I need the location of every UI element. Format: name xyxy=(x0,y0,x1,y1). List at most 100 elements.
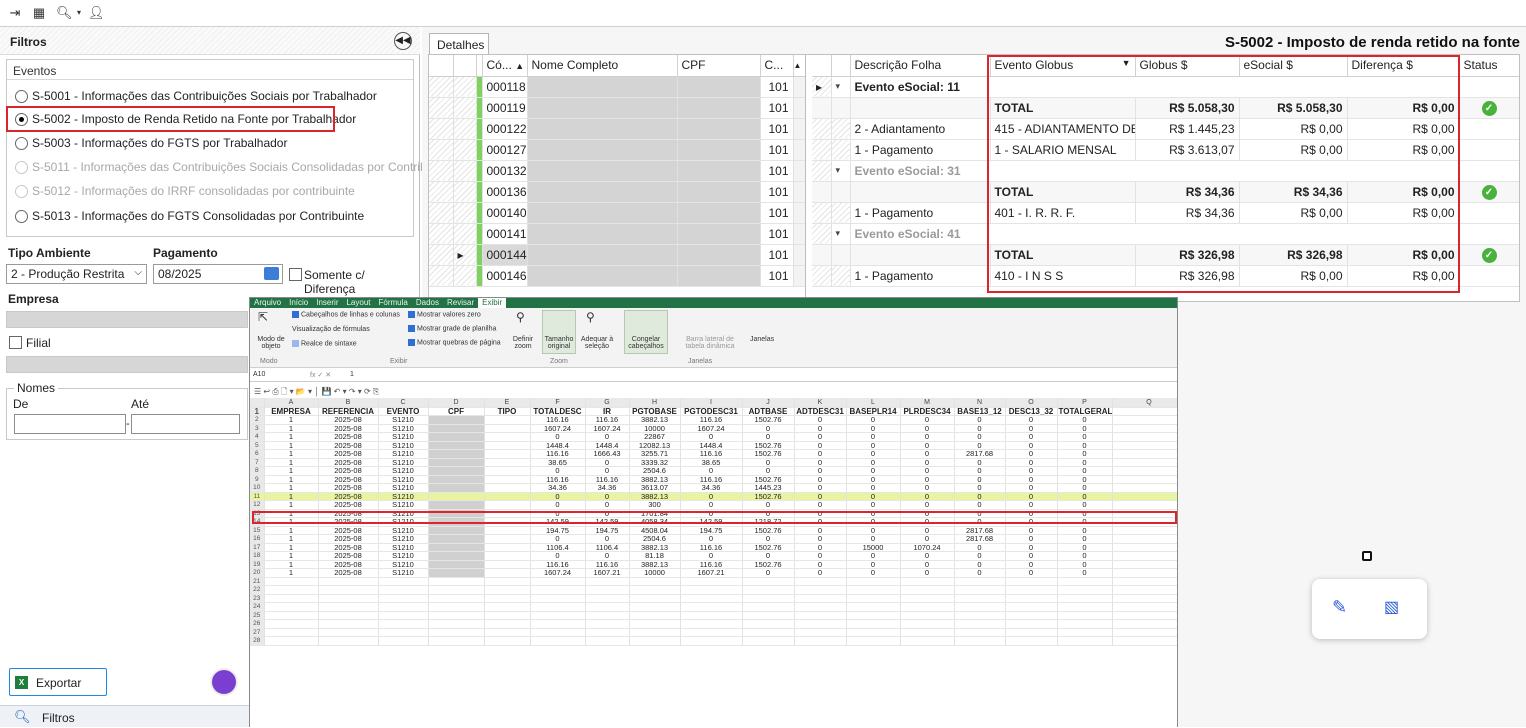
spreadsheet-cell[interactable] xyxy=(629,636,681,646)
col-codigo[interactable]: Có... ▲ xyxy=(482,55,528,77)
spreadsheet-cell[interactable] xyxy=(484,534,531,544)
spreadsheet-cell[interactable] xyxy=(428,560,485,569)
spreadsheet-cell[interactable]: 0 xyxy=(1057,534,1113,544)
spreadsheet-cell[interactable]: 0 xyxy=(846,568,901,578)
cell-reference[interactable]: A10 xyxy=(253,371,265,378)
spreadsheet-cell[interactable] xyxy=(428,492,485,501)
spreadsheet-cell[interactable]: 0 xyxy=(900,483,955,493)
spreadsheet-cell[interactable]: 1607.24 xyxy=(530,568,586,578)
spreadsheet-cell[interactable] xyxy=(530,611,586,620)
employee-row[interactable]: ▸ 000144 101 xyxy=(429,244,805,266)
row-number[interactable]: 25 xyxy=(250,611,265,620)
column-letter[interactable]: J xyxy=(742,398,795,408)
spreadsheet-cell[interactable] xyxy=(1057,628,1113,637)
spreadsheet-cell[interactable] xyxy=(484,432,531,442)
spreadsheet-cell[interactable] xyxy=(378,585,429,595)
spreadsheet-cell[interactable]: 0 xyxy=(1005,534,1058,544)
spreadsheet-cell[interactable]: 0 xyxy=(846,449,901,459)
spreadsheet-cell[interactable]: 0 xyxy=(1005,415,1058,425)
column-letter[interactable]: B xyxy=(318,398,379,408)
spreadsheet-cell[interactable]: 2025-08 xyxy=(318,526,379,535)
col-c[interactable]: C... xyxy=(760,55,794,77)
spreadsheet-cell[interactable] xyxy=(428,551,485,561)
spreadsheet-cell[interactable] xyxy=(428,577,485,586)
row-number[interactable]: 23 xyxy=(250,594,265,603)
spreadsheet-cell[interactable] xyxy=(428,526,485,535)
spreadsheet-cell[interactable] xyxy=(1057,594,1113,603)
spreadsheet-cell[interactable] xyxy=(484,441,531,450)
spreadsheet-cell[interactable] xyxy=(1057,585,1113,595)
spreadsheet-cell[interactable]: 2025-08 xyxy=(318,458,379,467)
employee-row[interactable]: 000132 101 xyxy=(429,160,805,182)
spreadsheet-cell[interactable] xyxy=(629,611,681,620)
row-selector[interactable] xyxy=(429,118,454,140)
spreadsheet-cell[interactable]: 116.16 xyxy=(585,475,630,484)
spreadsheet-cell[interactable]: 1502.76 xyxy=(742,560,795,569)
spreadsheet-cell[interactable]: 1 xyxy=(264,543,319,552)
spreadsheet-cell[interactable]: S1210 xyxy=(378,415,429,425)
spreadsheet-cell[interactable]: 0 xyxy=(585,551,630,561)
row-number[interactable]: 17 xyxy=(250,543,265,552)
spreadsheet-cell[interactable]: 10000 xyxy=(629,424,681,433)
spreadsheet-cell[interactable]: S1210 xyxy=(378,500,429,510)
spreadsheet-cell[interactable]: 0 xyxy=(846,415,901,425)
spreadsheet-cell[interactable] xyxy=(954,602,1006,612)
col-cpf[interactable]: CPF xyxy=(677,55,761,77)
spreadsheet-cell[interactable]: 0 xyxy=(680,534,743,544)
spreadsheet-cell[interactable] xyxy=(484,500,531,510)
spreadsheet-cell[interactable]: 0 xyxy=(794,492,847,501)
spreadsheet-cell[interactable]: 0 xyxy=(530,534,586,544)
tipo-ambiente-select[interactable]: 2 - Produção Restrita ⌵ xyxy=(6,264,147,284)
spreadsheet-cell[interactable] xyxy=(846,585,901,595)
spreadsheet-cell[interactable] xyxy=(846,611,901,620)
spreadsheet-cell[interactable] xyxy=(1112,526,1177,535)
spreadsheet-cell[interactable] xyxy=(378,611,429,620)
spreadsheet-cell[interactable]: 2025-08 xyxy=(318,560,379,569)
spreadsheet-cell[interactable] xyxy=(900,585,955,595)
spreadsheet-cell[interactable] xyxy=(428,458,485,467)
spreadsheet-cell[interactable] xyxy=(484,475,531,484)
spreadsheet-cell[interactable]: 116.16 xyxy=(585,560,630,569)
tab-detalhes[interactable]: Detalhes xyxy=(429,33,489,55)
spreadsheet-cell[interactable] xyxy=(1112,585,1177,595)
spreadsheet-cell[interactable]: 0 xyxy=(1005,475,1058,484)
column-letter[interactable]: K xyxy=(794,398,847,408)
spreadsheet-cell[interactable] xyxy=(484,551,531,561)
spreadsheet-cell[interactable]: 1 xyxy=(264,432,319,442)
spreadsheet-cell[interactable]: 0 xyxy=(585,466,630,476)
spreadsheet-cell[interactable] xyxy=(1057,577,1113,586)
adequar-selecao-button[interactable]: Adequar à seleção xyxy=(580,336,614,350)
spreadsheet-cell[interactable]: 1 xyxy=(264,492,319,501)
spreadsheet-cell[interactable] xyxy=(629,628,681,637)
spreadsheet-cell[interactable] xyxy=(954,585,1006,595)
spreadsheet-cell[interactable] xyxy=(1057,611,1113,620)
spreadsheet-cell[interactable]: 0 xyxy=(530,466,586,476)
spreadsheet-cell[interactable]: 116.16 xyxy=(530,449,586,459)
spreadsheet-cell[interactable]: 116.16 xyxy=(680,449,743,459)
spreadsheet-cell[interactable]: 2025-08 xyxy=(318,551,379,561)
spreadsheet-cell[interactable]: 0 xyxy=(900,551,955,561)
spreadsheet-cell[interactable]: 3882.13 xyxy=(629,560,681,569)
spreadsheet-cell[interactable] xyxy=(1112,594,1177,603)
spreadsheet-cell[interactable] xyxy=(484,466,531,476)
spreadsheet-cell[interactable]: 15000 xyxy=(846,543,901,552)
spreadsheet-cell[interactable]: 0 xyxy=(846,424,901,433)
spreadsheet-cell[interactable] xyxy=(1112,458,1177,467)
radio-icon[interactable] xyxy=(15,136,28,150)
spreadsheet-cell[interactable]: 0 xyxy=(900,500,955,510)
spreadsheet-cell[interactable] xyxy=(318,577,379,586)
row-selector[interactable] xyxy=(429,139,454,161)
empresa-field[interactable] xyxy=(6,311,248,328)
spreadsheet-cell[interactable]: 1502.76 xyxy=(742,475,795,484)
spreadsheet-cell[interactable] xyxy=(794,619,847,629)
scrollbar-track[interactable] xyxy=(793,265,805,287)
spreadsheet-cell[interactable]: 0 xyxy=(742,568,795,578)
spreadsheet-cell[interactable]: 0 xyxy=(530,432,586,442)
row-number[interactable]: 10 xyxy=(250,483,265,493)
spreadsheet-cell[interactable] xyxy=(794,602,847,612)
spreadsheet-cell[interactable] xyxy=(900,594,955,603)
scrollbar-track[interactable] xyxy=(793,181,805,203)
spreadsheet-cell[interactable]: 0 xyxy=(900,534,955,544)
spreadsheet-cell[interactable]: 0 xyxy=(742,466,795,476)
spreadsheet-cell[interactable] xyxy=(428,424,485,433)
